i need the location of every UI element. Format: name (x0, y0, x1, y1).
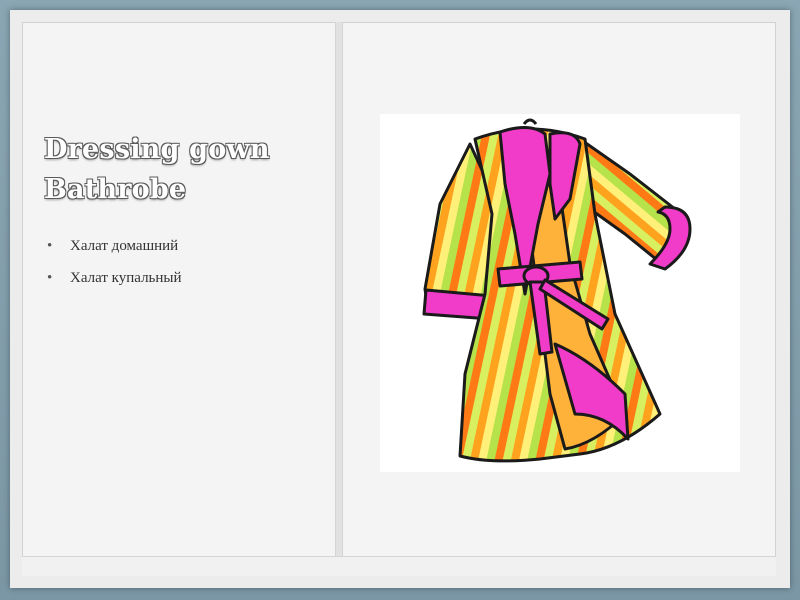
bullet-dot-icon: • (47, 270, 53, 286)
title-line-1: Dressing gown (44, 134, 270, 165)
title-line-2: Bathrobe (44, 174, 187, 205)
list-item: • Халат купальный (44, 268, 182, 300)
panel-divider (335, 22, 343, 564)
bathrobe-image (380, 114, 740, 472)
bullet-text: Халат домашний (70, 238, 179, 254)
bullet-list: • Халат домашний • Халат купальный (44, 236, 182, 300)
bullet-text: Халат купальный (70, 270, 182, 286)
slide-footer-strip (22, 556, 776, 576)
slide-title: Dressing gown Bathrobe (44, 130, 270, 210)
slide-background: Dressing gown Bathrobe • Халат домашний … (0, 0, 800, 600)
bathrobe-illustration-icon (422, 118, 692, 463)
list-item: • Халат домашний (44, 236, 182, 268)
bullet-dot-icon: • (47, 238, 53, 254)
